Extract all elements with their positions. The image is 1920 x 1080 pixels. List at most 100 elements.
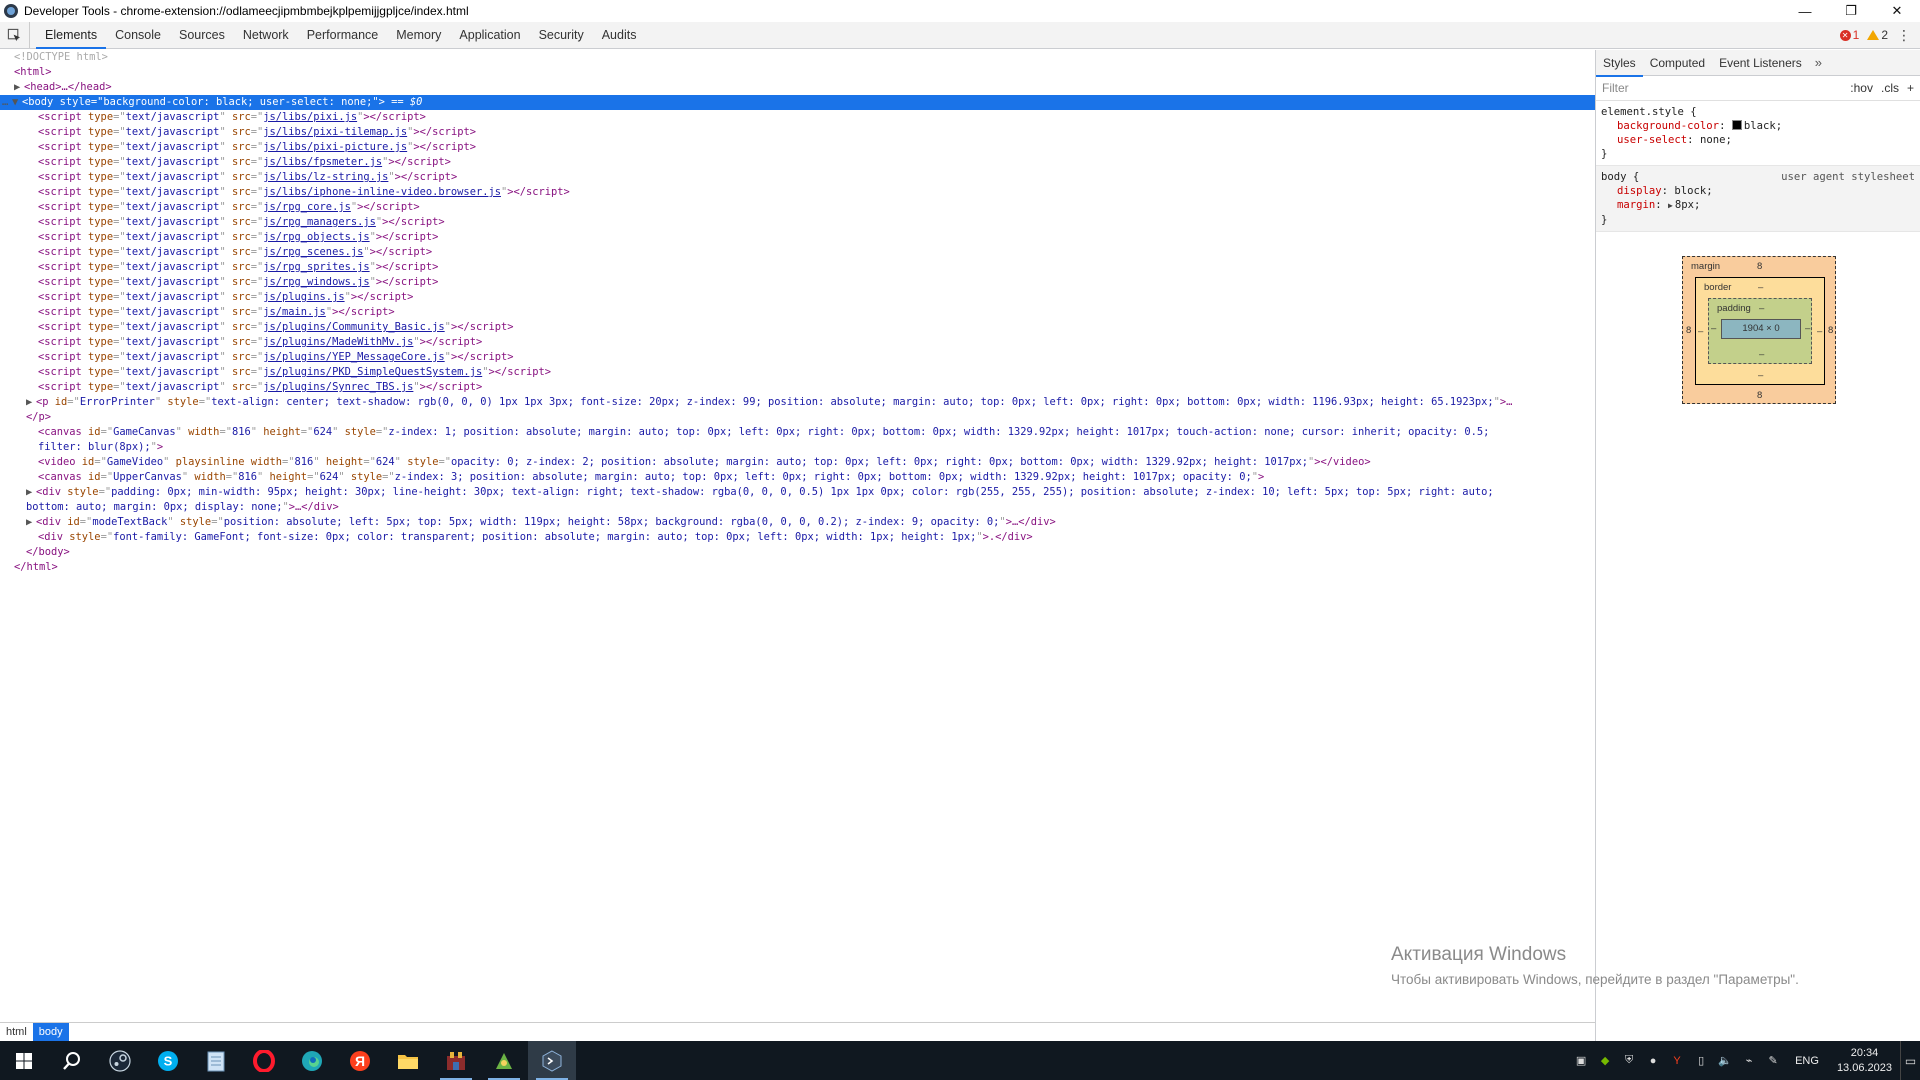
dom-script-line[interactable]: <script type="text/javascript" src="js/p… — [0, 350, 1595, 365]
dom-script-line[interactable]: <script type="text/javascript" src="js/r… — [0, 275, 1595, 290]
taskbar-edge[interactable] — [288, 1041, 336, 1080]
hover-state-toggle[interactable]: :hov — [1850, 81, 1873, 95]
tray-yandex-icon[interactable]: Y — [1665, 1041, 1689, 1080]
class-toggle[interactable]: .cls — [1881, 81, 1899, 95]
box-model-margin[interactable]: margin 8 8 8 8 border – – – – padding – … — [1682, 256, 1836, 404]
taskbar-clock[interactable]: 20:34 13.06.2023 — [1829, 1046, 1900, 1076]
dom-script-line[interactable]: <script type="text/javascript" src="js/r… — [0, 260, 1595, 275]
tray-steam-icon[interactable]: ● — [1641, 1041, 1665, 1080]
new-rule-icon[interactable]: + — [1907, 81, 1914, 95]
pen-icon[interactable]: ✎ — [1761, 1041, 1785, 1080]
dom-game-video[interactable]: <video id="GameVideo" playsinline width=… — [0, 455, 1595, 470]
expand-triangle-icon[interactable]: ▶ — [26, 395, 36, 410]
dom-script-line[interactable]: <script type="text/javascript" src="js/l… — [0, 110, 1595, 125]
restore-button[interactable]: ❐ — [1828, 0, 1874, 22]
tab-computed[interactable]: Computed — [1643, 50, 1712, 76]
script-src-link[interactable]: js/libs/pixi-picture.js — [263, 141, 407, 153]
volume-icon[interactable]: 🔈 — [1713, 1041, 1737, 1080]
notification-center-icon[interactable]: ▭ — [1900, 1041, 1920, 1080]
box-model-padding[interactable]: padding – – – – 1904 × 0 — [1708, 298, 1812, 364]
nvidia-icon[interactable]: ◆ — [1593, 1041, 1617, 1080]
dom-upper-canvas[interactable]: <canvas id="UpperCanvas" width="816" hei… — [0, 470, 1595, 485]
dom-script-line[interactable]: <script type="text/javascript" src="js/l… — [0, 125, 1595, 140]
dom-body-close[interactable]: </body> — [0, 545, 1595, 560]
script-src-link[interactable]: js/plugins/Community_Basic.js — [263, 321, 444, 333]
box-model-content[interactable]: 1904 × 0 — [1721, 319, 1801, 339]
taskbar-devtools[interactable] — [528, 1041, 576, 1080]
taskbar-rpgmaker[interactable] — [480, 1041, 528, 1080]
taskbar-file-explorer[interactable] — [384, 1041, 432, 1080]
script-src-link[interactable]: js/rpg_scenes.js — [263, 246, 363, 258]
taskbar-skype[interactable]: S — [144, 1041, 192, 1080]
tab-styles[interactable]: Styles — [1596, 50, 1643, 77]
taskbar-steam[interactable] — [96, 1041, 144, 1080]
script-src-link[interactable]: js/rpg_windows.js — [263, 276, 369, 288]
dom-doctype[interactable]: <!DOCTYPE html> — [0, 50, 1595, 65]
dom-script-line[interactable]: <script type="text/javascript" src="js/l… — [0, 185, 1595, 200]
collapse-triangle-icon[interactable]: ▼ — [12, 95, 22, 110]
input-language[interactable]: ENG — [1785, 1055, 1829, 1067]
taskbar-opera[interactable] — [240, 1041, 288, 1080]
tab-console[interactable]: Console — [106, 22, 170, 48]
script-src-link[interactable]: js/rpg_managers.js — [263, 216, 376, 228]
dom-script-line[interactable]: <script type="text/javascript" src="js/m… — [0, 305, 1595, 320]
script-src-link[interactable]: js/libs/lz-string.js — [263, 171, 388, 183]
warning-counter[interactable]: 2 — [1867, 28, 1888, 42]
search-button[interactable] — [48, 1041, 96, 1080]
close-button[interactable]: ✕ — [1874, 0, 1920, 22]
tab-audits[interactable]: Audits — [593, 22, 646, 48]
breadcrumb-html[interactable]: html — [0, 1023, 33, 1041]
script-src-link[interactable]: js/libs/pixi-tilemap.js — [263, 126, 407, 138]
css-declaration[interactable]: background-color: black; — [1601, 119, 1915, 133]
tray-app-icon[interactable]: ▣ — [1569, 1041, 1593, 1080]
network-icon[interactable]: ⌁ — [1737, 1041, 1761, 1080]
dom-game-canvas[interactable]: <canvas id="GameCanvas" width="816" heig… — [0, 425, 1595, 440]
dom-script-line[interactable]: <script type="text/javascript" src="js/p… — [0, 290, 1595, 305]
box-model-border[interactable]: border – – – – padding – – – – 1904 × 0 — [1695, 277, 1825, 385]
tab-sources[interactable]: Sources — [170, 22, 234, 48]
more-tabs-icon[interactable]: » — [1809, 55, 1828, 70]
defender-icon[interactable]: ⛨ — [1617, 1041, 1641, 1080]
taskbar-game[interactable] — [432, 1041, 480, 1080]
expand-triangle-icon[interactable]: ▶ — [14, 80, 24, 95]
taskbar-notepad[interactable] — [192, 1041, 240, 1080]
css-declaration[interactable]: user-select: none; — [1601, 133, 1915, 147]
taskbar-yandex[interactable]: Я — [336, 1041, 384, 1080]
inspect-element-button[interactable] — [0, 22, 30, 48]
script-src-link[interactable]: js/plugins/MadeWithMv.js — [263, 336, 413, 348]
dom-html-close[interactable]: </html> — [0, 560, 1595, 575]
script-src-link[interactable]: js/plugins.js — [263, 291, 344, 303]
styles-filter-input[interactable] — [1602, 81, 1843, 95]
tab-elements[interactable]: Elements — [36, 22, 107, 49]
dom-script-line[interactable]: <script type="text/javascript" src="js/r… — [0, 230, 1595, 245]
dom-script-line[interactable]: <script type="text/javascript" src="js/p… — [0, 380, 1595, 395]
dom-script-line[interactable]: <script type="text/javascript" src="js/l… — [0, 170, 1595, 185]
tab-application[interactable]: Application — [450, 22, 529, 48]
script-src-link[interactable]: js/rpg_core.js — [263, 201, 351, 213]
breadcrumb-body[interactable]: body — [32, 1023, 69, 1041]
dom-game-canvas-cont[interactable]: filter: blur(8px);"> — [0, 440, 1595, 455]
dom-script-line[interactable]: <script type="text/javascript" src="js/p… — [0, 335, 1595, 350]
tab-performance[interactable]: Performance — [298, 22, 388, 48]
dom-script-line[interactable]: <script type="text/javascript" src="js/l… — [0, 155, 1595, 170]
dom-error-printer[interactable]: ▶ <p id="ErrorPrinter" style="text-align:… — [0, 395, 1595, 410]
dom-font-div[interactable]: <div style="font-family: GameFont; font-… — [0, 530, 1595, 545]
dom-mode-text-back[interactable]: ▶ <div id="modeTextBack" style="position:… — [0, 515, 1595, 530]
error-counter[interactable]: ✕ 1 — [1839, 28, 1859, 42]
script-src-link[interactable]: js/rpg_sprites.js — [263, 261, 369, 273]
expand-triangle-icon[interactable]: ▶ — [26, 515, 36, 530]
script-src-link[interactable]: js/libs/fpsmeter.js — [263, 156, 382, 168]
dom-script-line[interactable]: <script type="text/javascript" src="js/p… — [0, 320, 1595, 335]
dom-head[interactable]: ▶ <head>…</head> — [0, 80, 1595, 95]
dom-body-selected[interactable]: … ▼ <body style="background-color: black; … — [0, 95, 1595, 110]
dom-p-close[interactable]: </p> — [0, 410, 1595, 425]
script-src-link[interactable]: js/libs/pixi.js — [263, 111, 357, 123]
expand-triangle-icon[interactable]: ▶ — [26, 485, 36, 500]
dom-script-line[interactable]: <script type="text/javascript" src="js/r… — [0, 215, 1595, 230]
script-src-link[interactable]: js/plugins/Synrec_TBS.js — [263, 381, 413, 393]
tab-network[interactable]: Network — [234, 22, 298, 48]
more-options-icon[interactable]: ⋮ — [1896, 27, 1912, 44]
script-src-link[interactable]: js/main.js — [263, 306, 326, 318]
minimize-button[interactable]: — — [1782, 0, 1828, 22]
dom-html-open[interactable]: <html> — [0, 65, 1595, 80]
